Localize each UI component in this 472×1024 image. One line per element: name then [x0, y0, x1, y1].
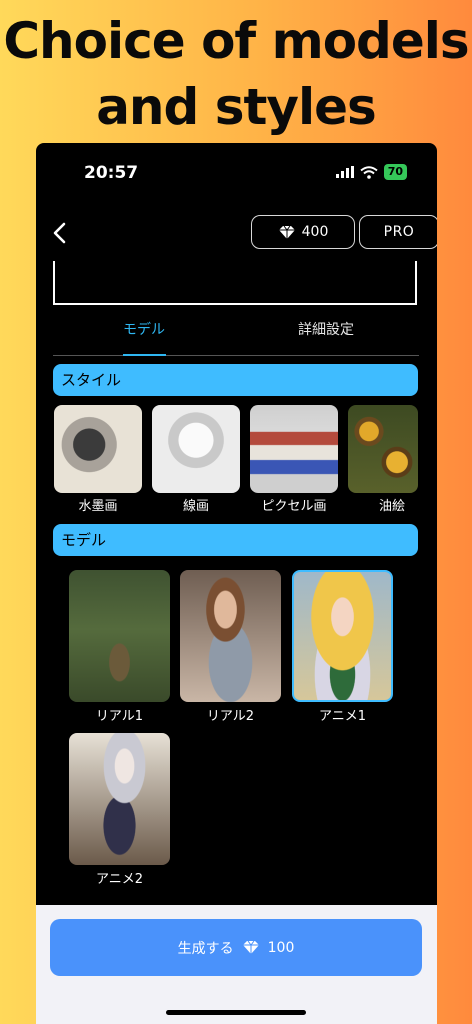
status-bar: 20:57 70: [36, 143, 437, 203]
status-icons: 70: [335, 164, 407, 180]
wifi-icon: [360, 165, 378, 179]
promo-line-1: Choice of models: [3, 12, 469, 70]
model-label: アニメ2: [95, 872, 143, 887]
model-section-header: モデル: [53, 524, 418, 556]
back-button[interactable]: [50, 221, 70, 245]
model-label: リアル1: [95, 709, 144, 724]
promo-line-2: and styles: [96, 78, 377, 136]
generate-button[interactable]: 生成する 100: [50, 919, 422, 976]
model-label: アニメ1: [318, 709, 366, 724]
signal-icon: [335, 166, 354, 178]
diamond-icon: [242, 940, 259, 954]
model-label: リアル2: [206, 709, 255, 724]
model-real1-thumbnail[interactable]: [69, 570, 170, 702]
model-anime2-thumbnail[interactable]: [69, 733, 170, 865]
credits-count: 400: [301, 224, 329, 240]
style-oil-painting-thumbnail[interactable]: [348, 405, 418, 493]
generate-label: 生成する: [177, 940, 234, 957]
pro-button[interactable]: PRO: [359, 215, 437, 249]
tab-model[interactable]: モデル: [123, 319, 165, 339]
style-label: 線画: [182, 499, 209, 514]
style-label: 油絵: [378, 499, 405, 514]
prompt-input[interactable]: [53, 261, 417, 305]
style-label: 水墨画: [78, 499, 118, 514]
phone-screen: 20:57 70 400 PRO モデル 詳細設定 スタイル 水墨画 線画 ピク…: [36, 143, 437, 1024]
footer: 生成する 100: [36, 905, 437, 1024]
active-tab-indicator: [123, 354, 166, 356]
model-anime1-thumbnail[interactable]: [292, 570, 393, 702]
promo-headline: Choice of models and styles: [0, 8, 472, 140]
style-section-header: スタイル: [53, 364, 418, 396]
tab-detail-settings[interactable]: 詳細設定: [298, 319, 354, 339]
style-ink-wash-thumbnail[interactable]: [54, 405, 142, 493]
chevron-left-icon: [53, 222, 66, 244]
credits-button[interactable]: 400: [251, 215, 355, 249]
style-line-art-thumbnail[interactable]: [152, 405, 240, 493]
diamond-icon: [278, 225, 295, 239]
tab-bar: モデル 詳細設定: [53, 315, 419, 356]
status-time: 20:57: [84, 163, 139, 183]
generate-cost: 100: [267, 939, 295, 956]
home-indicator: [166, 1010, 306, 1015]
pro-label: PRO: [383, 224, 415, 240]
style-label: ピクセル画: [261, 499, 327, 514]
style-pixel-art-thumbnail[interactable]: [250, 405, 338, 493]
model-real2-thumbnail[interactable]: [180, 570, 281, 702]
battery-icon: 70: [383, 164, 407, 180]
